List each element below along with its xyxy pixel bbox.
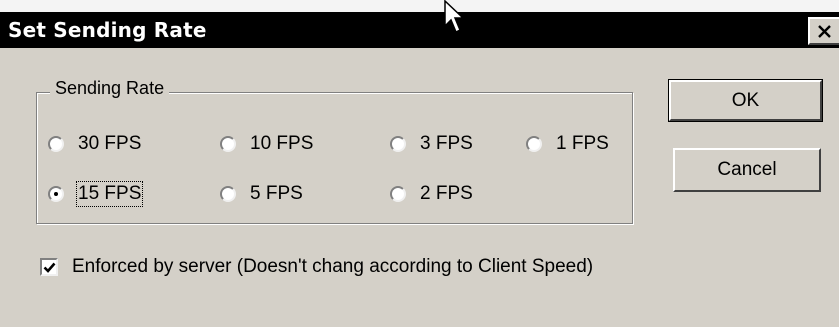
groupbox-label: Sending Rate — [50, 78, 170, 99]
radio-button-icon[interactable] — [220, 186, 236, 202]
radio-15-fps[interactable]: 15 FPS — [48, 181, 144, 207]
radio-label: 2 FPS — [420, 183, 473, 204]
close-button[interactable] — [808, 17, 839, 45]
enforced-checkbox[interactable] — [40, 258, 58, 276]
radio-button-icon[interactable] — [390, 186, 406, 202]
radio-30-fps[interactable]: 30 FPS — [48, 133, 141, 155]
checkmark-icon — [43, 262, 56, 273]
set-sending-rate-dialog: Set Sending Rate Sending Rate 30 FPS 10 … — [0, 0, 839, 327]
radio-1-fps[interactable]: 1 FPS — [526, 133, 609, 155]
ok-button[interactable]: OK — [668, 79, 823, 122]
background-strip — [0, 0, 839, 12]
radio-5-fps[interactable]: 5 FPS — [220, 183, 303, 205]
enforced-checkbox-label: Enforced by server (Doesn't chang accord… — [72, 256, 594, 277]
radio-10-fps[interactable]: 10 FPS — [220, 133, 313, 155]
dialog-title: Set Sending Rate — [8, 18, 207, 42]
radio-button-selected-icon[interactable] — [48, 186, 64, 202]
radio-button-icon[interactable] — [390, 136, 406, 152]
radio-button-icon[interactable] — [220, 136, 236, 152]
radio-label: 30 FPS — [78, 133, 142, 154]
radio-3-fps[interactable]: 3 FPS — [390, 133, 473, 155]
radio-button-icon[interactable] — [526, 136, 542, 152]
radio-label: 10 FPS — [250, 133, 314, 154]
radio-label: 3 FPS — [420, 133, 473, 154]
radio-label: 5 FPS — [250, 183, 303, 204]
mouse-cursor-icon — [444, 0, 465, 34]
radio-label: 1 FPS — [556, 133, 609, 154]
radio-label: 15 FPS — [75, 181, 144, 207]
cancel-button[interactable]: Cancel — [673, 148, 821, 192]
enforced-by-server-option[interactable]: Enforced by server (Doesn't chang accord… — [40, 256, 593, 278]
radio-2-fps[interactable]: 2 FPS — [390, 183, 473, 205]
radio-button-icon[interactable] — [48, 136, 64, 152]
close-icon — [818, 25, 831, 38]
